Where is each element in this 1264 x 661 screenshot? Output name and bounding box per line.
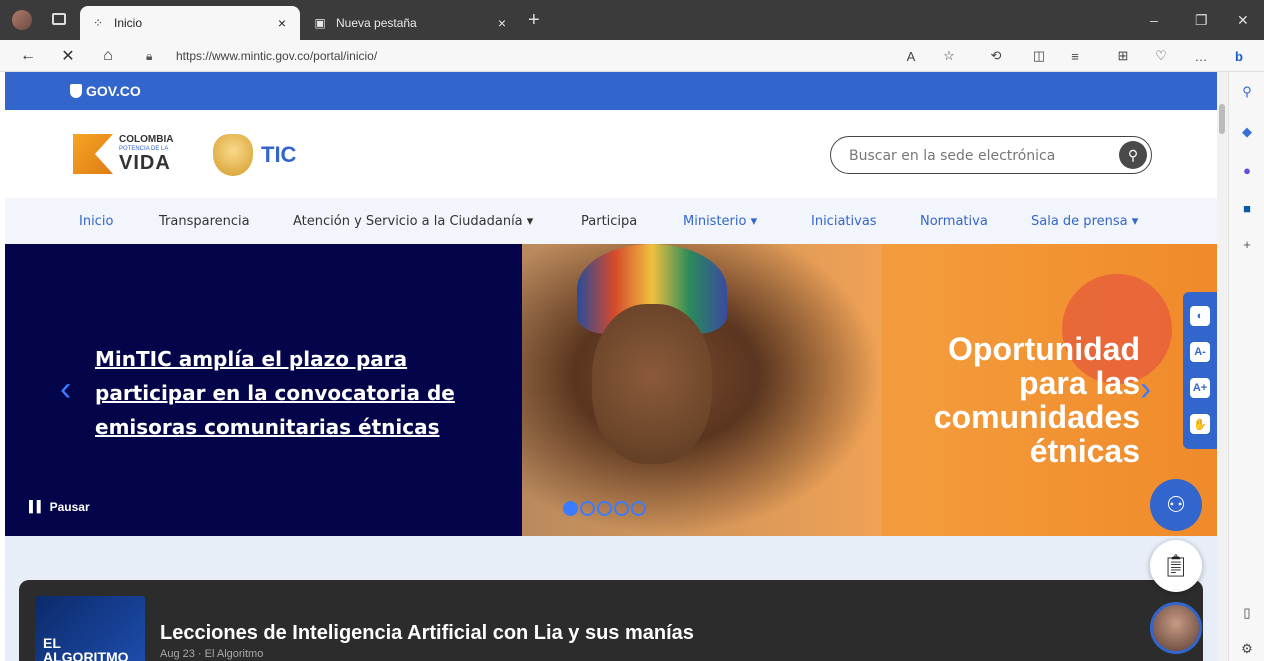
clipboard-button[interactable]: 📋︎ (1150, 540, 1202, 592)
shopping-tag-icon[interactable]: ◆ (1239, 124, 1255, 140)
main-navigation: Inicio Transparencia Atención y Servicio… (5, 198, 1217, 244)
edge-sidebar: ⚲ ◆ ● ■ + ▯ ⚙ (1228, 72, 1264, 661)
extensions-icon[interactable]: ⟲ (987, 47, 1005, 65)
nav-participa[interactable]: Participa (581, 214, 637, 229)
page-scrollbar[interactable] (1217, 72, 1228, 661)
colombia-brand-mark-icon (73, 134, 113, 174)
nav-iniciativas[interactable]: Iniciativas (811, 214, 877, 229)
split-screen-icon[interactable]: ◫ (1030, 47, 1048, 65)
carousel-dot[interactable] (580, 501, 595, 516)
woman-portrait-image (592, 304, 712, 464)
font-increase-icon[interactable]: A+ (1190, 378, 1210, 398)
close-tab-icon[interactable]: × (274, 15, 290, 31)
new-tab-button[interactable]: + (528, 10, 540, 30)
browser-toolbar: ← ✕ ⌂ 🔒︎ https://www.mintic.gov.co/porta… (0, 40, 1264, 72)
carousel-indicators (563, 501, 648, 516)
mintic-logo[interactable]: TIC (213, 134, 296, 176)
carousel-dot[interactable] (597, 501, 612, 516)
add-icon[interactable]: + (1239, 236, 1255, 252)
podcast-cover-image: EL ALGORITMO (35, 596, 145, 661)
search-icon[interactable]: ⚲ (1239, 84, 1255, 100)
nav-transparencia[interactable]: Transparencia (159, 214, 250, 229)
browser-tabbar: ⁘ Inicio × ▣ Nueva pestaña × + – ❐ ✕ (0, 0, 1264, 40)
scrollbar-thumb[interactable] (1219, 104, 1225, 134)
colombia-potencia-de-la-vida-logo[interactable]: COLOMBIA POTENCIA DE LA VIDA (73, 134, 173, 174)
content-section: EL ALGORITMO Lecciones de Inteligencia A… (5, 536, 1217, 661)
carousel-pause-button[interactable]: ▌▌ Pausar (29, 500, 90, 514)
carousel-dot[interactable] (563, 501, 578, 516)
tab-title: Nueva pestaña (336, 16, 417, 30)
bing-copilot-icon[interactable]: b (1230, 47, 1248, 65)
favorites-icon[interactable]: ≡ (1066, 47, 1084, 65)
sidebar-toggle-icon[interactable]: ▯ (1239, 605, 1255, 621)
tab-title: Inicio (114, 16, 143, 30)
contrast-icon[interactable]: ◐ (1190, 306, 1210, 326)
back-icon[interactable]: ← (18, 46, 38, 66)
carousel-next-icon[interactable]: › (1140, 372, 1151, 406)
coat-of-arms-icon (213, 134, 253, 176)
font-decrease-icon[interactable]: A- (1190, 342, 1210, 362)
carousel-dot[interactable] (631, 501, 646, 516)
collections-icon[interactable]: ⊞ (1114, 47, 1132, 65)
close-tab-icon[interactable]: × (494, 15, 510, 31)
tab-nueva-pestana[interactable]: ▣ Nueva pestaña × (302, 6, 520, 40)
new-tab-page-icon: ▣ (314, 16, 326, 30)
performance-icon[interactable]: ♡ (1152, 47, 1170, 65)
tab-actions-icon[interactable] (52, 13, 66, 25)
address-field[interactable]: 🔒︎ https://www.mintic.gov.co/portal/inic… (146, 45, 876, 67)
tab-inicio[interactable]: ⁘ Inicio × (80, 6, 300, 40)
profile-avatar[interactable] (12, 10, 32, 30)
nav-ministerio[interactable]: Ministerio ▾ (683, 214, 757, 229)
read-aloud-icon[interactable]: A (902, 47, 920, 65)
search-input[interactable]: Buscar en la sede electrónica (849, 148, 1055, 164)
podcast-title[interactable]: Lecciones de Inteligencia Artificial con… (160, 622, 694, 645)
url-text: https://www.mintic.gov.co/portal/inicio/ (176, 49, 378, 63)
stop-icon[interactable]: ✕ (58, 46, 78, 66)
outlook-icon[interactable]: ■ (1239, 200, 1255, 216)
podcast-meta: Aug 23 · El Algoritmo (160, 648, 264, 660)
more-options-icon[interactable]: … (1192, 47, 1210, 65)
home-icon[interactable]: ⌂ (98, 46, 118, 66)
search-icon[interactable]: ⚲ (1119, 141, 1147, 169)
carousel-prev-icon[interactable]: ‹ (60, 372, 71, 406)
lock-icon[interactable]: 🔒︎ (146, 49, 160, 64)
mintic-favicon-icon: ⁘ (92, 16, 104, 30)
gov-co-bar: GOV.CO (5, 72, 1217, 110)
nav-atencion[interactable]: Atención y Servicio a la Ciudadanía ▾ (293, 214, 533, 229)
hero-banner-text: Oportunidad para las comunidades étnicas (933, 331, 1140, 469)
nav-inicio[interactable]: Inicio (79, 214, 113, 229)
chat-agent-avatar[interactable] (1150, 602, 1202, 654)
hero-headline-link[interactable]: MinTIC amplía el plazo para participar e… (95, 342, 475, 444)
favorite-star-icon[interactable]: ☆ (940, 47, 958, 65)
colombia-shield-icon (70, 84, 82, 98)
user-help-button[interactable]: ⚇ (1150, 479, 1202, 531)
restore-icon[interactable]: ❐ (1195, 12, 1208, 29)
accessibility-toolbar: ◐ A- A+ ✋ (1183, 292, 1217, 449)
site-header: COLOMBIA POTENCIA DE LA VIDA TIC Buscar … (5, 110, 1217, 198)
hero-carousel: MinTIC amplía el plazo para participar e… (5, 244, 1217, 536)
user-assist-icon: ⚇ (1166, 492, 1186, 517)
nav-sala-de-prensa[interactable]: Sala de prensa ▾ (1031, 214, 1138, 229)
tools-icon[interactable]: ● (1239, 162, 1255, 178)
clipboard-icon: 📋︎ (1162, 553, 1190, 578)
settings-gear-icon[interactable]: ⚙ (1239, 641, 1255, 657)
podcast-player[interactable]: EL ALGORITMO Lecciones de Inteligencia A… (19, 580, 1203, 661)
webpage: GOV.CO COLOMBIA POTENCIA DE LA VIDA TIC … (5, 72, 1217, 661)
pause-icon: ▌▌ (29, 501, 45, 513)
sign-language-icon[interactable]: ✋ (1190, 414, 1210, 434)
carousel-dot[interactable] (614, 501, 629, 516)
site-search[interactable]: Buscar en la sede electrónica ⚲ (830, 136, 1152, 174)
minimize-icon[interactable]: – (1150, 12, 1158, 28)
close-window-icon[interactable]: ✕ (1237, 12, 1249, 29)
nav-normativa[interactable]: Normativa (920, 214, 988, 229)
gov-co-logo[interactable]: GOV.CO (70, 83, 141, 99)
